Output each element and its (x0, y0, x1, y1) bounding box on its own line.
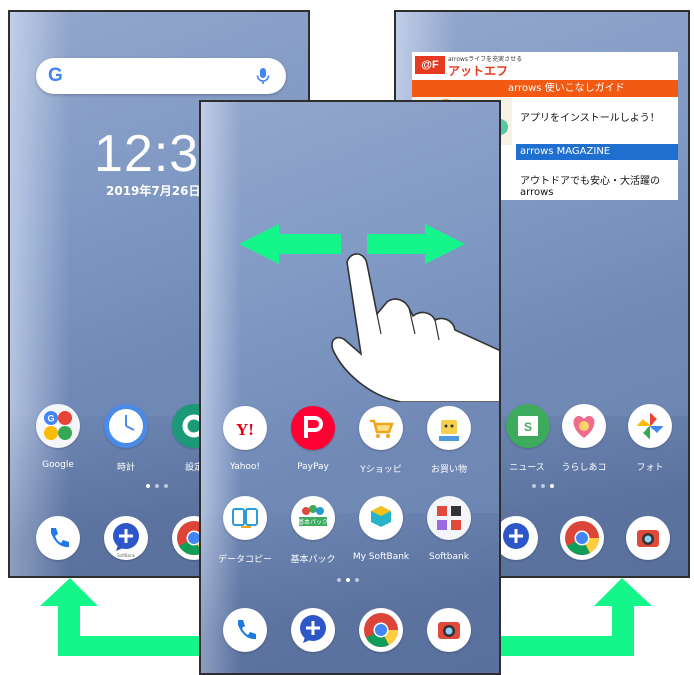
paypay-app-icon[interactable] (291, 406, 335, 450)
up-arrow-right-icon (500, 578, 652, 656)
up-arrow-left-icon (40, 578, 200, 656)
kihonpack-app-icon[interactable]: 基本パック (291, 496, 335, 540)
yahoo-app-icon[interactable]: Y! (223, 406, 267, 450)
okaimono-app-label: お買い物 (430, 465, 467, 475)
page-indicator (337, 578, 359, 582)
datacopy-app-icon[interactable] (223, 496, 267, 540)
yahoo-app-label: Yahoo! (229, 462, 261, 472)
svg-text:Y!: Y! (236, 420, 254, 439)
phone-app-icon[interactable] (223, 608, 267, 652)
datacopy-app-label: データコピー (217, 555, 272, 565)
svg-text:基本パック: 基本パック (298, 518, 328, 526)
swipe-gesture-overlay (239, 224, 499, 402)
yshopping-app-label: Yショッピ (360, 465, 402, 475)
kihonpack-app-label: 基本パック (290, 555, 336, 565)
softbank-folder-label: Softbank (429, 552, 469, 562)
chrome-app-icon[interactable] (359, 608, 403, 652)
yshopping-app-icon[interactable] (359, 406, 403, 450)
swipe-right-arrow-icon (367, 224, 465, 264)
home-screen-center: Y! Yahoo! PayPay Yショッピ お買い物 データコピー 基本パック… (199, 100, 501, 675)
hand-pointer-icon (331, 253, 499, 402)
mysoftbank-app-label: My SoftBank (352, 552, 410, 562)
camera-app-icon[interactable] (427, 608, 471, 652)
okaimono-app-icon[interactable] (427, 406, 471, 450)
messages-app-icon[interactable] (291, 608, 335, 652)
softbank-folder-icon[interactable] (427, 496, 471, 540)
mysoftbank-app-icon[interactable] (359, 496, 403, 540)
swipe-left-arrow-icon (239, 224, 341, 264)
paypay-app-label: PayPay (297, 462, 329, 472)
